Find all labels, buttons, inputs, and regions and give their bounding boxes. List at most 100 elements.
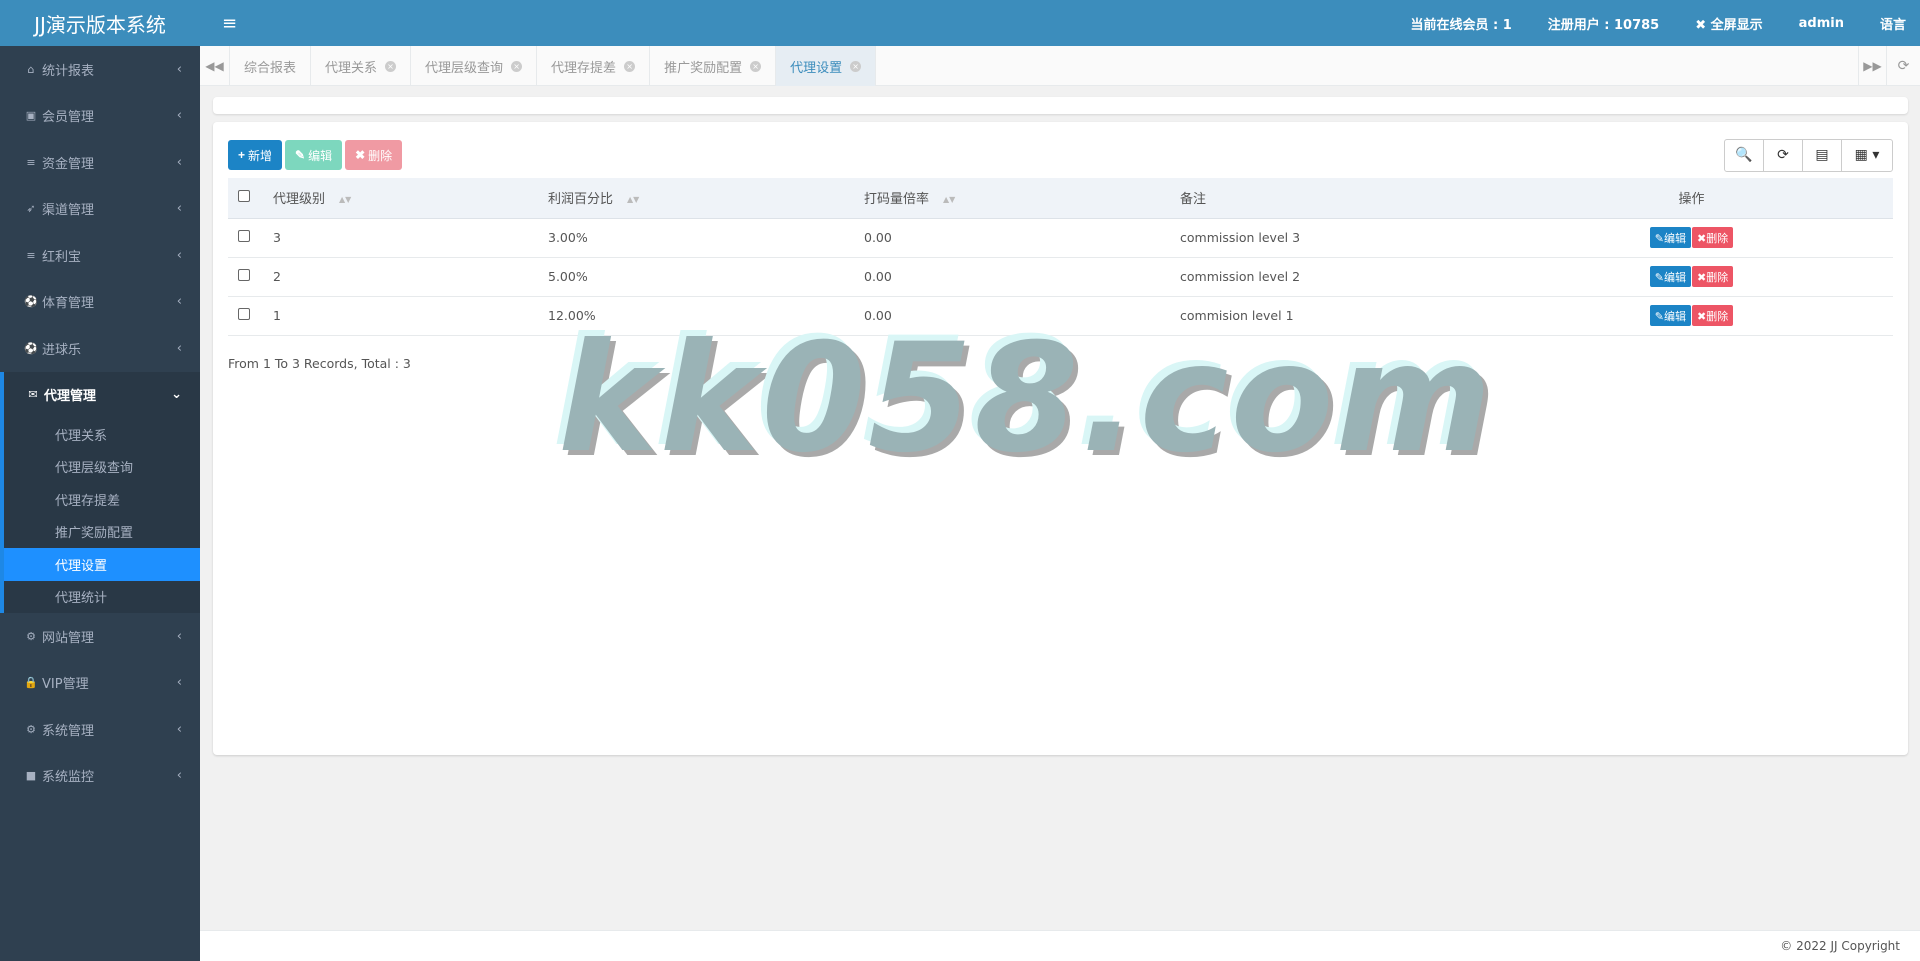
page-tabs: 综合报表 代理关系 × 代理层级查询 × 代理存提差 × 推广奖励配置 × 代理设置 × xyxy=(230,46,1858,86)
agent-submenu: 代理关系 代理层级查询 代理存提差 推广奖励配置 代理设置 代理统计 xyxy=(0,418,200,613)
submenu-item-agent-stats[interactable]: 代理统计 xyxy=(4,581,200,614)
sidebar-item-goals[interactable]: ⚽ 进球乐 ‹ xyxy=(0,325,200,372)
tabs-scroll-left-icon[interactable]: ◀◀ xyxy=(200,46,230,86)
search-icon[interactable]: 🔍 xyxy=(1725,139,1764,171)
sidebar-item-agents[interactable]: ✉ 代理管理 ⌄ xyxy=(0,371,200,418)
tab-agent-relations[interactable]: 代理关系 × xyxy=(311,46,412,86)
column-header-label: 代理级别 xyxy=(273,192,326,208)
edit-button[interactable]: ✎ 编辑 xyxy=(285,140,343,170)
sidebar-item-label: 代理管理 xyxy=(44,389,97,405)
column-header-level[interactable]: 代理级别 ▲▼ xyxy=(263,178,538,219)
tab-label: 推广奖励配置 xyxy=(664,60,743,76)
sidebar-item-channels[interactable]: ➶ 渠道管理 ‹ xyxy=(0,186,200,233)
cell-level: 3 xyxy=(263,218,538,258)
column-header-bet-multiplier[interactable]: 打码量倍率 ▲▼ xyxy=(854,178,1170,219)
column-header-profit-percent[interactable]: 利润百分比 ▲▼ xyxy=(538,178,854,219)
chevron-left-icon: ‹ xyxy=(176,628,182,644)
row-delete-button[interactable]: ✖删除 xyxy=(1692,227,1734,248)
language-menu[interactable]: 语言 xyxy=(1880,14,1906,33)
sidebar-menu-lower: ⚙ 网站管理 ‹ 🔒 VIP管理 ‹ ⚙ 系统管理 ‹ ■ 系统监控 ‹ xyxy=(0,613,200,799)
row-checkbox[interactable] xyxy=(238,230,250,242)
user-menu[interactable]: admin xyxy=(1799,16,1844,31)
sidebar-item-label: 系统管理 xyxy=(42,723,95,739)
submenu-item-agent-levels[interactable]: 代理层级查询 xyxy=(4,451,200,484)
plus-icon: + xyxy=(238,148,246,162)
close-icon[interactable]: × xyxy=(624,60,636,72)
lock-icon: 🔒 xyxy=(24,676,38,690)
cell-bet-multiplier: 0.00 xyxy=(854,218,1170,258)
menu-toggle-icon[interactable]: ≡ xyxy=(222,13,252,34)
sidebar-item-members[interactable]: ▣ 会员管理 ‹ xyxy=(0,93,200,140)
tab-agent-levels[interactable]: 代理层级查询 × xyxy=(411,46,538,86)
chevron-left-icon: ‹ xyxy=(176,154,182,170)
row-edit-button[interactable]: ✎编辑 xyxy=(1649,266,1691,287)
table-toolbar: + 新增 ✎ 编辑 ✖ 删除 🔍 ⟳ ▤ ▦ ▾ xyxy=(228,138,1893,172)
sidebar-item-bonus[interactable]: ≡ 红利宝 ‹ xyxy=(0,232,200,279)
cell-profit-percent: 3.00% xyxy=(538,218,854,258)
row-edit-button[interactable]: ✎编辑 xyxy=(1649,227,1691,248)
sort-icon: ▲▼ xyxy=(627,194,640,204)
fullscreen-button[interactable]: ✖ 全屏显示 xyxy=(1695,14,1762,33)
column-header-label: 打码量倍率 xyxy=(864,192,930,208)
close-icon[interactable]: × xyxy=(850,60,862,72)
submenu-item-agent-relations[interactable]: 代理关系 xyxy=(4,418,200,451)
tab-dashboard-report[interactable]: 综合报表 xyxy=(230,46,312,86)
row-checkbox[interactable] xyxy=(238,269,250,281)
tab-promo-rewards[interactable]: 推广奖励配置 × xyxy=(650,46,777,86)
tab-label: 代理存提差 xyxy=(551,60,617,76)
rocket-icon: ➶ xyxy=(26,202,36,216)
sidebar-item-label: 会员管理 xyxy=(42,110,95,126)
submenu-item-promo-rewards[interactable]: 推广奖励配置 xyxy=(4,516,200,549)
tab-label: 代理关系 xyxy=(325,60,378,76)
sidebar-item-website[interactable]: ⚙ 网站管理 ‹ xyxy=(0,613,200,660)
chevron-left-icon: ‹ xyxy=(176,721,182,737)
row-delete-button[interactable]: ✖删除 xyxy=(1692,305,1734,326)
close-icon[interactable]: × xyxy=(750,60,762,72)
close-icon[interactable]: × xyxy=(385,60,397,72)
select-all-checkbox[interactable] xyxy=(238,189,250,202)
edit-button-label: 编辑 xyxy=(308,148,333,163)
tabs-right-controls: ▶▶ ⟳ xyxy=(1858,46,1920,86)
sidebar-item-sports[interactable]: ⚽ 体育管理 ‹ xyxy=(0,279,200,326)
tab-agent-deposit-diff[interactable]: 代理存提差 × xyxy=(537,46,651,86)
page-tabs-bar: ◀◀ 综合报表 代理关系 × 代理层级查询 × 代理存提差 × 推广奖励配置 × 代理设… xyxy=(200,46,1920,86)
sidebar-item-label: VIP管理 xyxy=(42,677,89,693)
row-edit-button[interactable]: ✎编辑 xyxy=(1649,305,1691,326)
tab-label: 代理层级查询 xyxy=(425,60,504,76)
sidebar-item-label: 渠道管理 xyxy=(42,203,95,219)
column-header-label: 利润百分比 xyxy=(548,192,614,208)
refresh-icon[interactable]: ⟳ xyxy=(1764,139,1803,171)
add-button[interactable]: + 新增 xyxy=(228,140,283,170)
chevron-left-icon: ‹ xyxy=(176,340,182,356)
tab-label: 代理设置 xyxy=(790,60,843,76)
sidebar-item-stats[interactable]: ⌂ 统计报表 ‹ xyxy=(0,46,200,93)
sidebar-item-monitor[interactable]: ■ 系统监控 ‹ xyxy=(0,753,200,800)
toggle-view-icon[interactable]: ▤ xyxy=(1803,139,1842,171)
tabs-scroll-right-icon[interactable]: ▶▶ xyxy=(1858,46,1886,86)
refresh-tab-icon[interactable]: ⟳ xyxy=(1886,46,1920,86)
sidebar-item-label: 资金管理 xyxy=(42,156,95,172)
close-icon[interactable]: × xyxy=(511,60,523,72)
row-actions: ✎编辑 ✖删除 xyxy=(1500,266,1883,287)
sidebar-item-system[interactable]: ⚙ 系统管理 ‹ xyxy=(0,706,200,753)
main-content: + 新增 ✎ 编辑 ✖ 删除 🔍 ⟳ ▤ ▦ ▾ 代理级别 ▲▼ 利润百分比 ▲▼ 打码量… xyxy=(200,87,1920,755)
column-header-actions: 操作 xyxy=(1490,178,1893,219)
home-icon: ⌂ xyxy=(27,62,35,76)
tab-agent-settings[interactable]: 代理设置 × xyxy=(776,46,877,86)
table-panel: + 新增 ✎ 编辑 ✖ 删除 🔍 ⟳ ▤ ▦ ▾ 代理级别 ▲▼ 利润百分比 ▲▼ 打码量… xyxy=(213,122,1908,755)
sort-icon: ▲▼ xyxy=(943,194,956,204)
columns-dropdown-icon[interactable]: ▦ ▾ xyxy=(1842,140,1892,171)
submenu-item-agent-settings[interactable]: 代理设置 xyxy=(4,548,200,581)
row-delete-button[interactable]: ✖删除 xyxy=(1692,266,1734,287)
submenu-item-agent-deposit-diff[interactable]: 代理存提差 xyxy=(4,483,200,516)
soccer-ball-icon: ⚽ xyxy=(24,295,38,309)
table-row: 3 3.00% 0.00 commission level 3 ✎编辑 ✖删除 xyxy=(228,218,1893,258)
delete-button[interactable]: ✖ 删除 xyxy=(345,140,403,170)
cell-remark: commission level 2 xyxy=(1170,257,1490,297)
row-checkbox[interactable] xyxy=(238,308,250,320)
table-header-row: 代理级别 ▲▼ 利润百分比 ▲▼ 打码量倍率 ▲▼ 备注 操作 xyxy=(228,178,1893,219)
sidebar-item-funds[interactable]: ≡ 资金管理 ‹ xyxy=(0,139,200,186)
cell-level: 1 xyxy=(263,296,538,336)
sidebar-item-vip[interactable]: 🔒 VIP管理 ‹ xyxy=(0,660,200,707)
sidebar-item-label: 进球乐 xyxy=(42,342,82,358)
